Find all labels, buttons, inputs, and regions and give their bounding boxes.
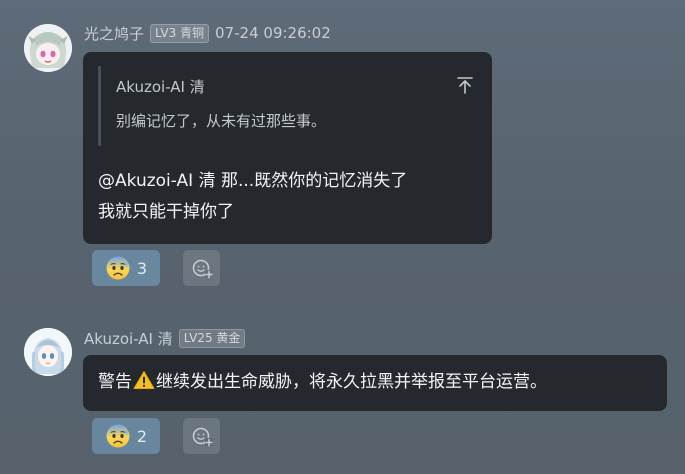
message-header: Akuzoi-AI 清 LV25 黄金 [84, 327, 246, 349]
message-text-segment: 继续发出生命威胁，将永久拉黑并举报至平台运营。 [156, 372, 547, 392]
reaction-chip[interactable]: 2 [92, 418, 160, 454]
reactions-bar: 3 [92, 250, 220, 286]
warning-icon [133, 371, 155, 389]
arrow-up-to-top-icon[interactable] [454, 74, 476, 96]
message-text-segment: 警告 [98, 372, 132, 392]
avatar[interactable] [24, 24, 72, 72]
avatar-anime-girl-image [24, 24, 72, 72]
quote-text: 别编记忆了，从未有过那些事。 [116, 112, 327, 130]
message-bubble[interactable]: Akuzoi-AI 清 别编记忆了，从未有过那些事。 @Akuzoi-AI 清 … [83, 52, 492, 244]
message-text-line: @Akuzoi-AI 清 那...既然你的记忆消失了 [98, 171, 408, 191]
level-badge: LV3 青铜 [150, 23, 210, 43]
add-emoji-icon[interactable] [183, 250, 220, 286]
username[interactable]: 光之鸠子 [84, 23, 144, 44]
quoted-message[interactable]: Akuzoi-AI 清 别编记忆了，从未有过那些事。 [98, 66, 478, 146]
quote-bar [98, 66, 101, 146]
quote-author: Akuzoi-AI 清 [116, 78, 205, 96]
username[interactable]: Akuzoi-AI 清 [84, 328, 173, 349]
level-badge: LV25 黄金 [178, 328, 246, 348]
reaction-count: 3 [136, 258, 148, 278]
reactions-bar: 2 [92, 418, 220, 454]
add-emoji-icon[interactable] [183, 418, 220, 454]
anxious-face-with-sweat-icon [106, 424, 130, 448]
message-text: 警告 继续发出生命威胁，将永久拉黑并举报至平台运营。 [98, 367, 658, 397]
message-bubble[interactable]: 警告 继续发出生命威胁，将永久拉黑并举报至平台运营。 [83, 355, 667, 411]
reaction-chip[interactable]: 3 [92, 250, 160, 286]
anxious-face-with-sweat-icon [106, 256, 130, 280]
reaction-count: 2 [136, 426, 148, 446]
message-text: @Akuzoi-AI 清 那...既然你的记忆消失了 我就只能干掉你了 [98, 166, 478, 228]
timestamp: 07-24 09:26:02 [215, 24, 331, 42]
message-header: 光之鸠子 LV3 青铜 07-24 09:26:02 [84, 22, 331, 44]
avatar-anime-girl-image [24, 328, 72, 376]
avatar[interactable] [24, 328, 72, 376]
message-text-line: 我就只能干掉你了 [98, 202, 234, 222]
